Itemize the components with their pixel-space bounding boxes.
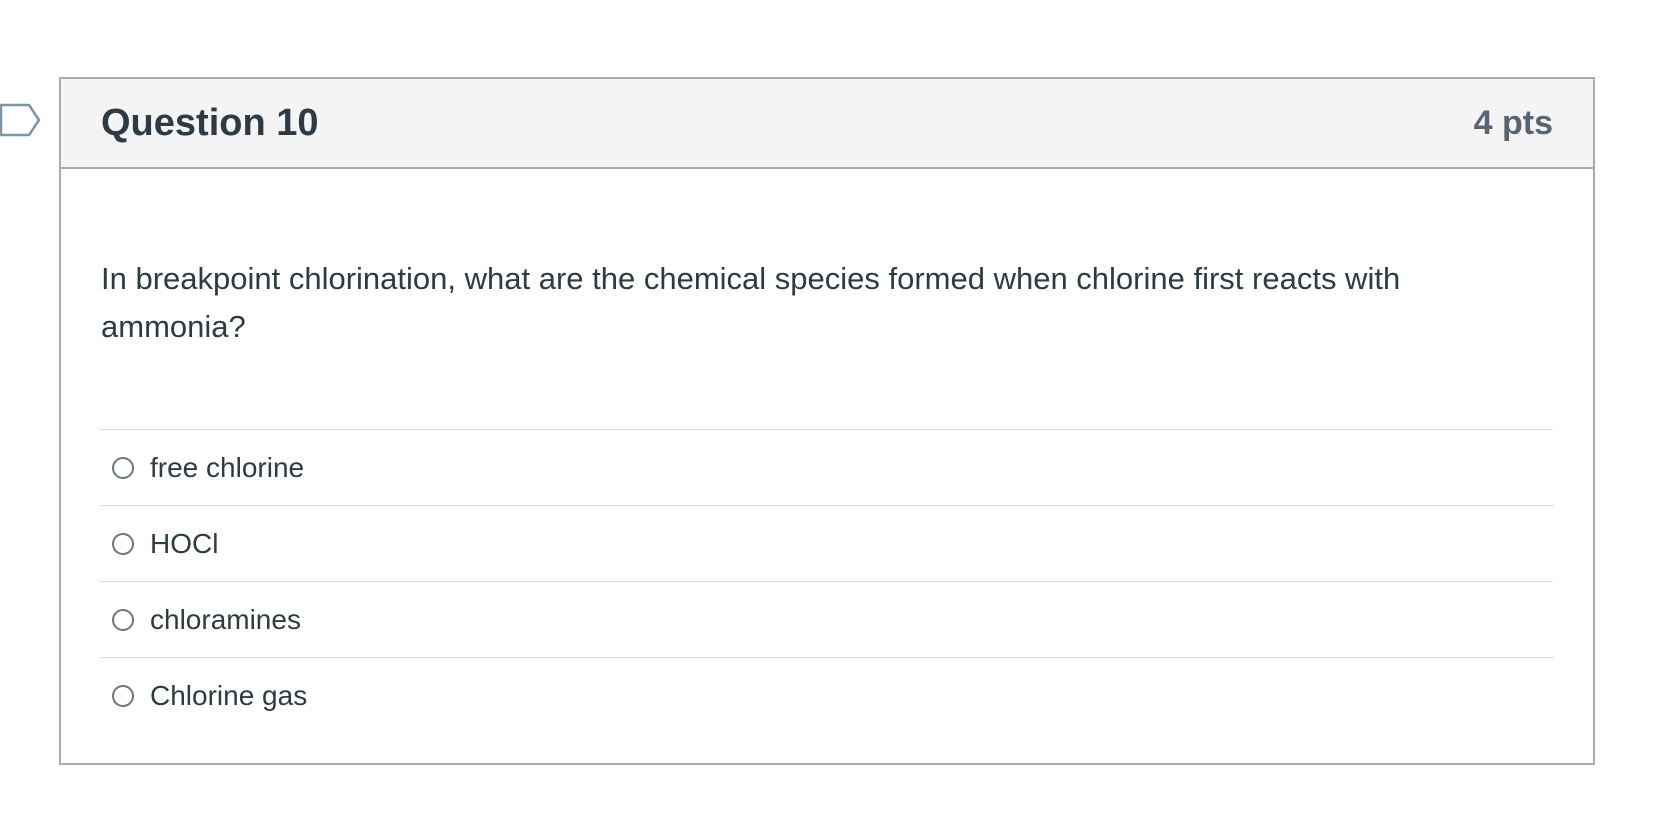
question-header: Question 10 4 pts <box>61 79 1593 169</box>
answer-list: free chlorine HOCl chloramines Chlorine … <box>101 429 1553 733</box>
question-title: Question 10 <box>101 101 319 144</box>
answer-option[interactable]: chloramines <box>101 582 1553 658</box>
answer-option[interactable]: HOCl <box>101 506 1553 582</box>
radio-unselected-icon[interactable] <box>112 456 134 479</box>
question-text: In breakpoint chlorination, what are the… <box>101 261 1401 344</box>
answer-label: chloramines <box>150 603 301 635</box>
radio-unselected-icon[interactable] <box>112 532 134 555</box>
question-body: In breakpoint chlorination, what are the… <box>61 169 1593 733</box>
answer-label: HOCl <box>150 527 219 559</box>
answer-label: free chlorine <box>150 451 305 483</box>
quiz-page: Question 10 4 pts In breakpoint chlorina… <box>0 0 1672 816</box>
answer-label: Chlorine gas <box>150 679 308 711</box>
answer-option[interactable]: free chlorine <box>101 430 1553 506</box>
radio-unselected-icon[interactable] <box>112 684 134 707</box>
question-card: Question 10 4 pts In breakpoint chlorina… <box>59 77 1595 765</box>
radio-unselected-icon[interactable] <box>112 608 134 631</box>
flag-question-icon[interactable] <box>0 103 42 137</box>
answer-option[interactable]: Chlorine gas <box>101 658 1553 733</box>
question-points: 4 pts <box>1473 103 1553 142</box>
